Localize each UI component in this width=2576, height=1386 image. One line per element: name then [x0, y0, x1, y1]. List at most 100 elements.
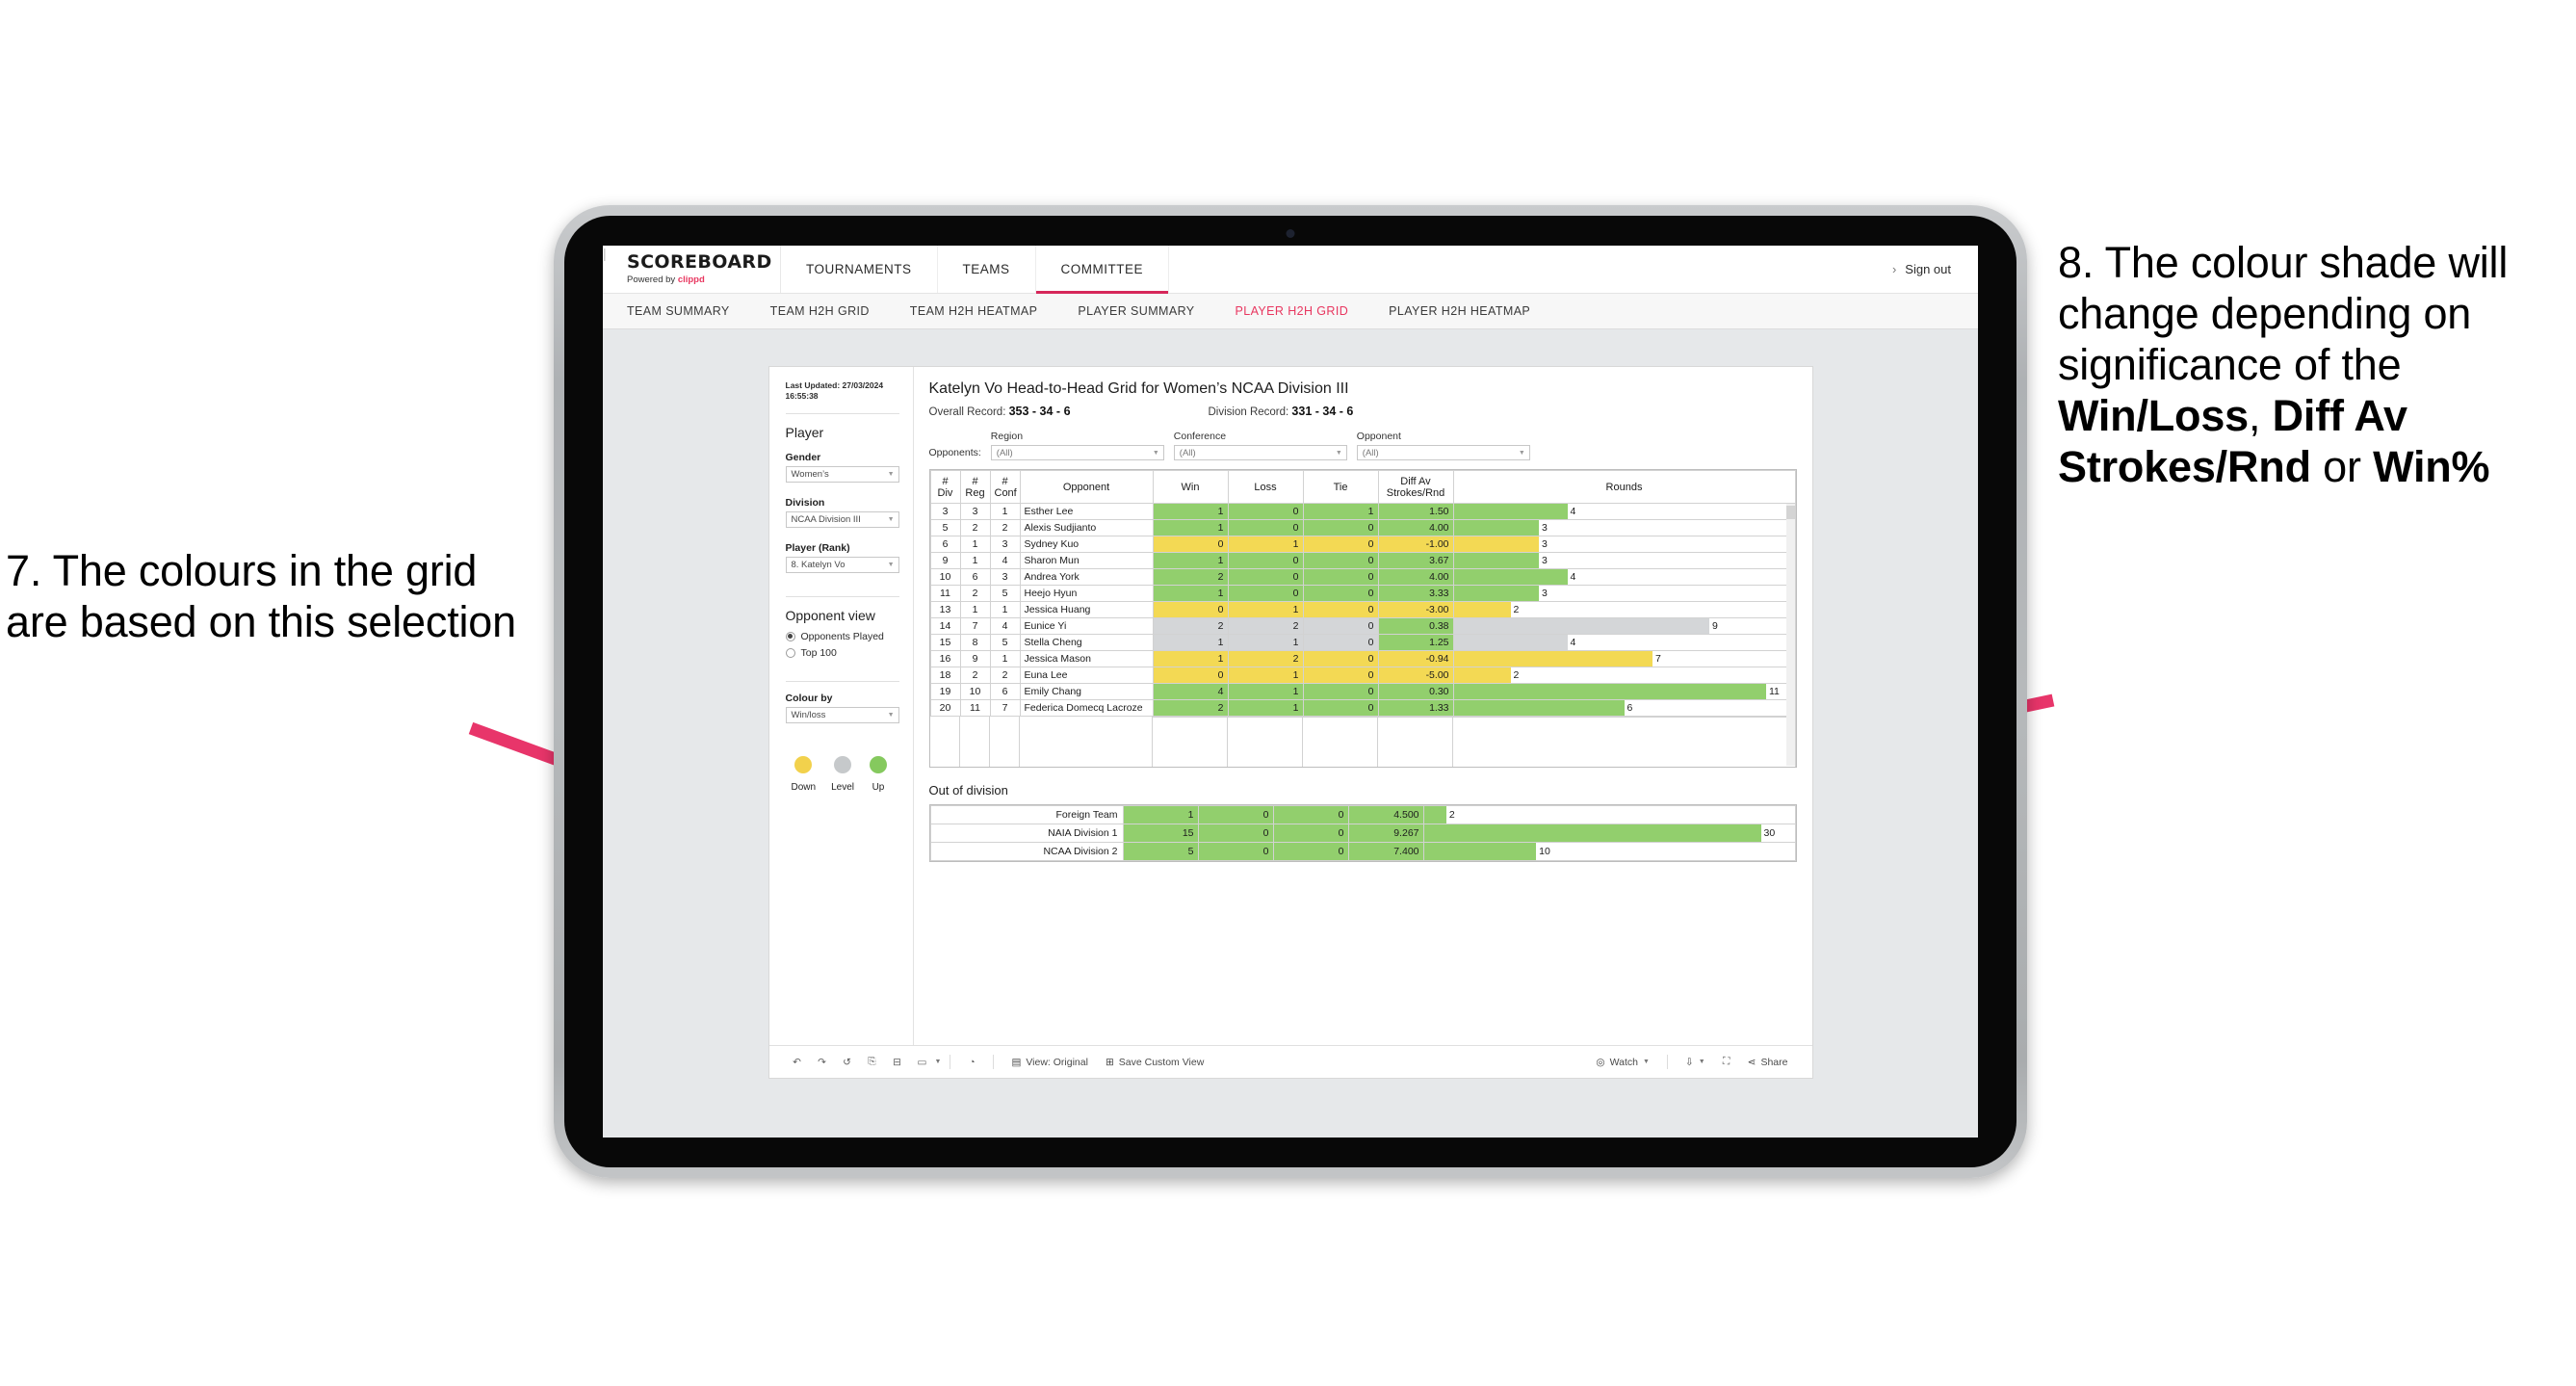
col-loss[interactable]: Loss [1227, 470, 1304, 504]
chevron-right-icon[interactable]: › [1892, 262, 1896, 276]
download-button[interactable]: ⇩ ▼ [1677, 1057, 1714, 1068]
out-of-division-row[interactable]: NAIA Division 1 15 0 0 9.267 30 [929, 824, 1796, 843]
sign-out-button[interactable]: Sign out [1905, 262, 1951, 276]
table-row[interactable]: 19 10 6 Emily Chang 4 1 0 0.30 11 [929, 683, 1796, 700]
legend-dot-down [794, 755, 813, 773]
col-reg-l1: # [972, 475, 978, 487]
table-row[interactable]: 15 8 5 Stella Cheng 1 1 0 1.25 4 [929, 634, 1796, 651]
conference-select[interactable]: (All) ▼ [1173, 445, 1347, 460]
cell-diff: -3.00 [1377, 601, 1454, 618]
col-conf[interactable]: # Conf [989, 470, 1021, 504]
cell-opponent: Stella Cheng [1019, 634, 1154, 651]
filler-cell [1302, 717, 1378, 767]
table-row[interactable]: 20 11 7 Federica Domecq Lacroze 2 1 0 1.33 6 [929, 699, 1796, 717]
table-row[interactable]: 16 9 1 Jessica Mason 1 2 0 -0.94 7 [929, 650, 1796, 667]
sub-tab-team-summary[interactable]: TEAM SUMMARY [627, 304, 730, 318]
out-of-division-row[interactable]: Foreign Team 1 0 0 4.500 2 [929, 805, 1796, 824]
grid-scrollbar-thumb[interactable] [1785, 506, 1795, 519]
watch-button[interactable]: ◎ Watch ▼ [1587, 1057, 1657, 1068]
table-row[interactable]: 11 2 5 Heejo Hyun 1 0 0 3.33 3 [929, 585, 1796, 602]
cell-loss: 2 [1227, 617, 1304, 635]
gender-select[interactable]: Women’s ▼ [785, 465, 899, 483]
grid-scrollbar[interactable] [1785, 504, 1795, 766]
cell-rounds: 9 [1452, 617, 1796, 635]
rounds-value: 9 [1712, 620, 1718, 632]
radio-top-100[interactable]: Top 100 [785, 646, 899, 659]
refresh-data-source-icon[interactable]: ⎘ [860, 1056, 885, 1068]
sub-tab-team-h2h-heatmap[interactable]: TEAM H2H HEATMAP [910, 304, 1038, 318]
brand-logo[interactable]: SCOREBOARD Powered by clippd [603, 246, 781, 293]
sub-tab-team-h2h-grid[interactable]: TEAM H2H GRID [770, 304, 870, 318]
redo-icon[interactable]: ↷ [810, 1057, 835, 1068]
cell-win: 0 [1152, 536, 1229, 553]
radio-top-100-label: Top 100 [800, 646, 837, 659]
table-row[interactable]: 18 2 2 Euna Lee 0 1 0 -5.00 2 [929, 667, 1796, 684]
revert-icon[interactable]: ↺ [835, 1057, 860, 1068]
col-reg[interactable]: # Reg [959, 470, 991, 504]
division-select[interactable]: NCAA Division III ▼ [785, 510, 899, 528]
chevron-down-icon: ▼ [1335, 449, 1342, 457]
table-row[interactable]: 14 7 4 Eunice Yi 2 2 0 0.38 9 [929, 617, 1796, 635]
colour-by-select[interactable]: Win/loss ▼ [785, 706, 899, 723]
rounds-bar [1453, 504, 1568, 519]
table-row[interactable]: 6 1 3 Sydney Kuo 0 1 0 -1.00 3 [929, 536, 1796, 553]
save-custom-view-label: Save Custom View [1118, 1056, 1205, 1068]
player-rank-select[interactable]: 8. Katelyn Vo ▼ [785, 556, 899, 573]
view-original-button[interactable]: ▤ View: Original [1002, 1057, 1097, 1068]
cell-rounds: 3 [1452, 536, 1796, 553]
cell-win: 2 [1152, 699, 1229, 717]
top-tab-teams[interactable]: TEAMS [938, 246, 1036, 293]
opponent-filters: Opponents: Region (All) ▼ Conference (Al… [929, 431, 1797, 460]
out-of-division-title: Out of division [928, 783, 1008, 798]
table-row[interactable]: 9 1 4 Sharon Mun 1 0 0 3.67 3 [929, 552, 1796, 569]
download-icon: ⇩ [1684, 1056, 1694, 1068]
col-win[interactable]: Win [1152, 470, 1229, 504]
ood-cell-win: 15 [1122, 824, 1199, 843]
device-preview-icon[interactable]: ◔ [959, 1057, 984, 1068]
out-of-division-row[interactable]: NCAA Division 2 5 0 0 7.400 10 [929, 842, 1796, 861]
cell-div: 16 [929, 650, 961, 667]
sub-tab-player-h2h-heatmap[interactable]: PLAYER H2H HEATMAP [1389, 304, 1530, 318]
opponent-select[interactable]: (All) ▼ [1356, 445, 1530, 460]
legend-label-down: Down [791, 781, 817, 793]
sub-tab-player-summary[interactable]: PLAYER SUMMARY [1078, 304, 1194, 318]
legend-label-up: Up [872, 781, 885, 793]
col-diff[interactable]: Diff Av Strokes/Rnd [1377, 470, 1454, 504]
share-button[interactable]: ⋖ Share [1739, 1057, 1797, 1068]
table-row[interactable]: 10 6 3 Andrea York 2 0 0 4.00 4 [929, 568, 1796, 586]
ood-cell-loss: 0 [1197, 805, 1274, 824]
top-tab-tournaments-label: TOURNAMENTS [806, 262, 912, 276]
cell-win: 1 [1152, 650, 1229, 667]
col-div[interactable]: # Div [929, 470, 961, 504]
save-custom-view-button[interactable]: ⊞ Save Custom View [1097, 1057, 1212, 1068]
fullscreen-icon[interactable]: ⛶ [1714, 1056, 1739, 1068]
top-tab-tournaments[interactable]: TOURNAMENTS [781, 246, 938, 293]
ood-cell-diff: 9.267 [1347, 824, 1424, 843]
cell-div: 6 [929, 536, 961, 553]
cell-diff: 3.67 [1377, 552, 1454, 569]
app-header: SCOREBOARD Powered by clippd TOURNAMENTS… [603, 246, 1978, 294]
rounds-value: 3 [1542, 555, 1548, 566]
highlighter-icon[interactable]: ▭ [910, 1057, 935, 1068]
table-row[interactable]: 3 3 1 Esther Lee 1 0 1 1.50 4 [929, 503, 1796, 520]
h2h-grid-body: 3 3 1 Esther Lee 1 0 1 1.50 4 5 2 2 Alexis Sudjianto… [929, 503, 1796, 717]
sub-tab-player-h2h-grid[interactable]: PLAYER H2H GRID [1236, 304, 1349, 318]
col-opponent[interactable]: Opponent [1019, 470, 1154, 504]
camera-icon [1286, 229, 1295, 238]
cell-div: 20 [929, 699, 961, 717]
cell-loss: 1 [1227, 634, 1304, 651]
top-tab-committee[interactable]: COMMITTEE [1035, 246, 1170, 294]
table-row[interactable]: 5 2 2 Alexis Sudjianto 1 0 0 4.00 3 [929, 519, 1796, 536]
pause-updates-icon[interactable]: ⊟ [885, 1057, 910, 1068]
cell-rounds: 6 [1452, 699, 1796, 717]
region-select[interactable]: (All) ▼ [990, 445, 1164, 460]
highlighter-caret-icon[interactable]: ▼ [935, 1059, 942, 1065]
col-rounds[interactable]: Rounds [1452, 470, 1796, 504]
col-tie[interactable]: Tie [1302, 470, 1379, 504]
legend-dot-level [834, 755, 852, 773]
filler-cell [1152, 717, 1228, 767]
radio-opponents-played[interactable]: Opponents Played [785, 631, 899, 642]
cell-opponent: Esther Lee [1019, 503, 1154, 520]
table-row[interactable]: 13 1 1 Jessica Huang 0 1 0 -3.00 2 [929, 601, 1796, 618]
undo-icon[interactable]: ↶ [785, 1057, 810, 1068]
